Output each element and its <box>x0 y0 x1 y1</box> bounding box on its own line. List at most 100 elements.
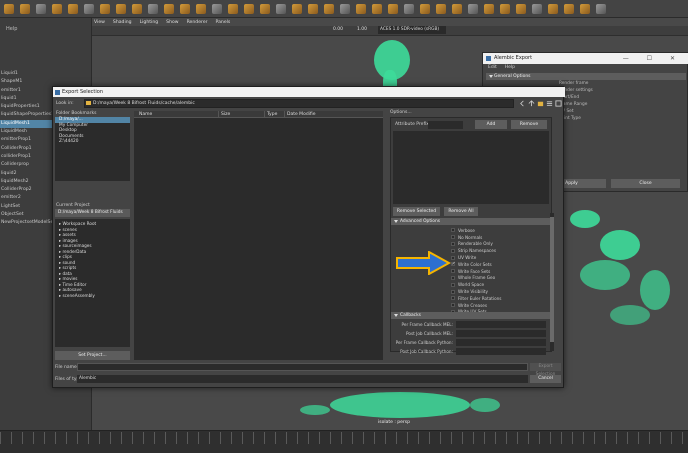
checkbox[interactable] <box>451 303 455 308</box>
advanced-options-section[interactable]: Advanced Options <box>391 218 550 225</box>
tool-icon[interactable] <box>420 3 430 14</box>
tool-icon[interactable] <box>564 3 574 14</box>
back-icon[interactable] <box>519 100 526 107</box>
viewport-menu-item[interactable]: Renderer <box>187 20 208 25</box>
tool-icon[interactable] <box>372 3 382 14</box>
outliner-item[interactable]: ShapeM1 <box>0 78 52 86</box>
tool-icon[interactable] <box>20 3 30 14</box>
up-folder-icon[interactable] <box>528 100 535 107</box>
callbacks-section[interactable]: Callbacks <box>391 312 550 319</box>
tool-icon[interactable] <box>548 3 558 14</box>
callback-input[interactable] <box>456 348 546 355</box>
general-options-section[interactable]: General Options <box>486 73 686 80</box>
tool-icon[interactable] <box>180 3 190 14</box>
outliner-item[interactable]: emitter2 <box>0 194 52 202</box>
outliner-item[interactable]: LiquidMesh <box>0 128 52 136</box>
tool-icon[interactable] <box>52 3 62 14</box>
look-in-dropdown[interactable]: D:/maya/Week 8 Bifrost Fluids/cache/alem… <box>84 99 514 108</box>
tool-icon[interactable] <box>292 3 302 14</box>
checkbox[interactable] <box>451 261 456 267</box>
color-space-dropdown[interactable]: ACES 1.0 SDR-video (sRGB) <box>378 26 446 34</box>
viewport-menu-item[interactable]: Shading <box>113 20 132 25</box>
tool-icon[interactable] <box>132 3 142 14</box>
tool-icon[interactable] <box>340 3 350 14</box>
column-date[interactable]: Date Modifie <box>284 111 316 118</box>
outliner-item[interactable]: liquid2 <box>0 170 52 178</box>
outliner-item[interactable]: ObjectSet <box>0 211 52 219</box>
column-type[interactable]: Type <box>264 111 277 118</box>
timeline-ruler[interactable] <box>0 432 688 444</box>
viewport-menu-item[interactable]: Show <box>166 20 178 25</box>
tool-icon[interactable] <box>388 3 398 14</box>
tool-icon[interactable] <box>356 3 366 14</box>
window-controls[interactable]: — ☐ ✕ <box>623 53 683 64</box>
tool-icon[interactable] <box>36 3 46 14</box>
checkbox[interactable] <box>451 228 455 233</box>
remove-all-button[interactable]: Remove All <box>444 207 478 216</box>
tool-icon[interactable] <box>276 3 286 14</box>
alembic-menu-item[interactable]: Edit <box>488 65 497 70</box>
tool-icon[interactable] <box>228 3 238 14</box>
tool-icon[interactable] <box>196 3 206 14</box>
tool-icon[interactable] <box>580 3 590 14</box>
tool-icon[interactable] <box>500 3 510 14</box>
tool-icon[interactable] <box>244 3 254 14</box>
tool-icon[interactable] <box>68 3 78 14</box>
tool-icon[interactable] <box>148 3 158 14</box>
help-menu[interactable]: Help <box>6 26 17 32</box>
advanced-option-row[interactable]: World Space <box>451 281 484 288</box>
checkbox[interactable] <box>451 255 455 260</box>
list-view-icon[interactable] <box>546 100 553 107</box>
viewport-menu-item[interactable]: Panels <box>216 20 231 25</box>
callback-input[interactable] <box>456 321 546 328</box>
outliner-item[interactable]: emitterProp1 <box>0 136 52 144</box>
checkbox[interactable] <box>451 248 455 253</box>
detail-view-icon[interactable] <box>555 100 562 107</box>
outliner-item[interactable]: liquidProperties1 <box>0 103 52 111</box>
advanced-option-row[interactable]: No Normals <box>451 234 482 241</box>
exposure-value[interactable]: 0.00 <box>333 27 343 32</box>
checkbox[interactable] <box>451 275 455 280</box>
tool-icon[interactable] <box>452 3 462 14</box>
outliner-item[interactable]: emitter1 <box>0 87 52 95</box>
remove-selected-button[interactable]: Remove Selected <box>393 207 440 216</box>
new-folder-icon[interactable] <box>537 100 544 107</box>
remove-button[interactable]: Remove <box>511 120 547 129</box>
tool-icon[interactable] <box>468 3 478 14</box>
tool-icon[interactable] <box>308 3 318 14</box>
tool-icon[interactable] <box>212 3 222 14</box>
advanced-option-row[interactable]: Strip Namespaces <box>451 247 496 254</box>
checkbox[interactable] <box>451 269 455 274</box>
close-button[interactable]: Close <box>611 179 680 188</box>
tool-icon[interactable] <box>404 3 414 14</box>
tool-icon[interactable] <box>324 3 334 14</box>
set-project-button[interactable]: Set Project... <box>55 351 130 360</box>
outliner-item[interactable]: liquidMesh2 <box>0 178 52 186</box>
tool-icon[interactable] <box>436 3 446 14</box>
file-list[interactable]: Name Size Type Date Modifie <box>134 111 383 360</box>
callback-input[interactable] <box>456 330 546 337</box>
tool-icon[interactable] <box>164 3 174 14</box>
tool-icon[interactable] <box>532 3 542 14</box>
tool-icon[interactable] <box>4 3 14 14</box>
outliner-item[interactable]: liquid1 <box>0 95 52 103</box>
viewport-menu-item[interactable]: Lighting <box>140 20 159 25</box>
advanced-option-row[interactable]: Write Creases <box>451 302 487 309</box>
tool-icon[interactable] <box>116 3 126 14</box>
callback-input[interactable] <box>456 339 546 346</box>
project-folder-item[interactable]: ▸ sceneAssembly <box>55 293 130 299</box>
current-project-dropdown[interactable]: D:/maya/Week 8 Bifrost Fluids <box>55 209 130 217</box>
checkbox[interactable] <box>451 241 455 246</box>
outliner-item[interactable]: NewProjectsetModelSet <box>0 219 52 227</box>
gamma-value[interactable]: 1.00 <box>357 27 367 32</box>
tool-icon[interactable] <box>516 3 526 14</box>
tool-icon[interactable] <box>596 3 606 14</box>
outliner-item[interactable]: LiquidMesh1 <box>0 119 52 129</box>
advanced-option-row[interactable]: Verbose <box>451 227 475 234</box>
outliner-item[interactable]: Colliderprop <box>0 161 52 169</box>
attribute-prefix-input[interactable] <box>428 121 463 129</box>
advanced-option-row[interactable]: Renderable Only <box>451 241 493 248</box>
outliner-item[interactable]: LightSet <box>0 203 52 211</box>
tool-icon[interactable] <box>260 3 270 14</box>
add-button[interactable]: Add <box>475 120 507 129</box>
